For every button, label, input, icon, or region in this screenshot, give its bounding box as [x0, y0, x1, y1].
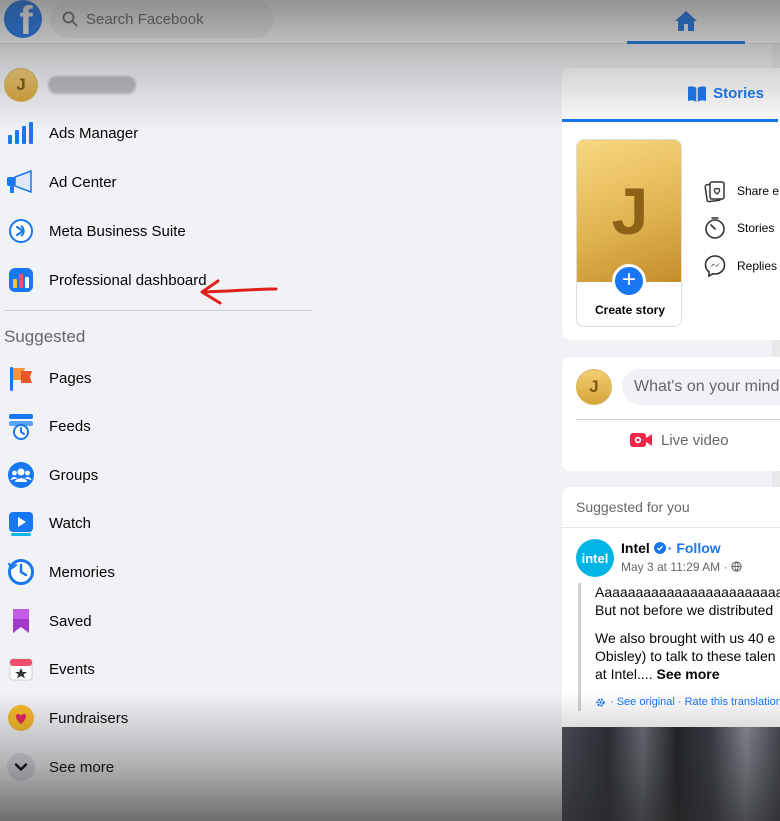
- sidebar-item-label: Events: [49, 660, 95, 678]
- facebook-logo-icon[interactable]: f: [4, 0, 42, 38]
- sidebar-item-fundraisers[interactable]: Fundraisers: [4, 698, 128, 738]
- post-photo[interactable]: [562, 727, 780, 821]
- gear-icon: [596, 697, 605, 707]
- globe-icon: [731, 561, 742, 572]
- chevron-down-icon: [4, 750, 38, 784]
- translation-label: · See original · Rate this translation: [610, 696, 780, 708]
- sidebar-item-label: Ads Manager: [49, 124, 139, 142]
- profile-shortcut[interactable]: J: [4, 68, 136, 102]
- sidebar-item-label: See more: [49, 758, 115, 776]
- top-navigation-bar: f Search Facebook: [0, 0, 780, 44]
- sidebar-item-feeds[interactable]: Feeds: [4, 406, 91, 446]
- search-input[interactable]: Search Facebook: [50, 0, 274, 38]
- watch-icon: [4, 506, 38, 540]
- avatar[interactable]: J: [576, 369, 612, 405]
- post-text-line: Aaaaaaaaaaaaaaaaaaaaaaaaa: [595, 584, 780, 600]
- sidebar-item-meta-business-suite[interactable]: Meta Business Suite: [4, 211, 186, 251]
- business-suite-icon: [4, 214, 38, 248]
- tab-stories-label: Stories: [713, 85, 764, 102]
- suggested-for-you-heading: Suggested for you: [576, 499, 690, 515]
- feeds-icon: [4, 409, 38, 443]
- groups-icon: [4, 458, 38, 492]
- live-video-label: Live video: [661, 431, 729, 449]
- heart-icon: [4, 701, 38, 735]
- megaphone-icon: [4, 165, 38, 199]
- sidebar-item-professional-dashboard[interactable]: Professional dashboard: [4, 260, 207, 300]
- post-author: Intel · Follow: [621, 540, 721, 556]
- stories-card: Stories J + Create story Share e Stories…: [562, 68, 780, 340]
- sidebar-item-label: Saved: [49, 612, 92, 630]
- sidebar-item-label: Watch: [49, 514, 91, 532]
- sidebar-item-label: Feeds: [49, 417, 91, 435]
- tab-stories[interactable]: Stories: [562, 68, 778, 122]
- sidebar-item-pages[interactable]: Pages: [4, 358, 92, 398]
- sidebar-item-label: Meta Business Suite: [49, 222, 186, 240]
- post-text-line: Obisley) to talk to these talen: [595, 648, 776, 664]
- intel-logo-icon[interactable]: intel: [576, 539, 614, 577]
- story-tip-label: Share e: [737, 184, 780, 198]
- bookmark-icon: [4, 604, 38, 638]
- live-video-icon: [630, 433, 652, 447]
- story-avatar: J: [577, 140, 681, 282]
- post-text-line: But not before we distributed: [595, 602, 774, 618]
- calendar-icon: [4, 652, 38, 686]
- cards-heart-icon: [704, 181, 725, 203]
- sidebar-item-events[interactable]: Events: [4, 649, 95, 689]
- home-icon: [675, 10, 697, 31]
- clock-icon: [4, 555, 38, 589]
- flag-icon: [4, 361, 38, 395]
- see-more-link[interactable]: See more: [656, 666, 719, 682]
- sidebar-item-label: Ad Center: [49, 173, 117, 191]
- create-story-tile[interactable]: J + Create story: [576, 139, 682, 327]
- sidebar-item-ads-manager[interactable]: Ads Manager: [4, 113, 138, 153]
- translation-links[interactable]: · See original · Rate this translation: [595, 693, 780, 711]
- post-timestamp[interactable]: May 3 at 11:29 AM ·: [621, 560, 742, 574]
- dashboard-icon: [4, 263, 38, 297]
- composer-divider: [576, 419, 780, 420]
- sidebar-item-saved[interactable]: Saved: [4, 601, 92, 641]
- messenger-icon: [704, 255, 726, 278]
- whats-on-your-mind-input[interactable]: What's on your mind: [622, 369, 780, 405]
- ads-manager-icon: [4, 116, 38, 150]
- redacted-profile-name: [48, 76, 136, 94]
- sidebar-item-watch[interactable]: Watch: [4, 503, 91, 543]
- sidebar-item-label: Groups: [49, 466, 99, 484]
- live-video-button[interactable]: Live video: [629, 431, 729, 449]
- book-icon: [688, 85, 707, 102]
- suggested-post-card: Suggested for you intel Intel · Follow M…: [562, 487, 780, 821]
- suggested-heading: Suggested: [4, 327, 86, 346]
- post-text-line: at Intel....: [595, 666, 653, 682]
- sidebar-item-label: Pages: [49, 369, 92, 387]
- author-name-link[interactable]: Intel: [621, 540, 650, 556]
- story-tip-label: Replies: [737, 259, 778, 273]
- search-icon: [62, 11, 78, 27]
- post-text-line: We also brought with us 40 e: [595, 630, 776, 646]
- post-text: Aaaaaaaaaaaaaaaaaaaaaaaaa But not before…: [578, 583, 780, 711]
- annotation-arrow-icon: [200, 279, 278, 305]
- card-divider: [562, 527, 780, 528]
- story-tip-stories: Stories: [703, 214, 774, 242]
- story-tip-replies: Replies: [703, 252, 777, 280]
- avatar: J: [4, 68, 38, 102]
- sidebar-item-label: Memories: [49, 563, 115, 581]
- sidebar-item-ad-center[interactable]: Ad Center: [4, 162, 117, 202]
- follow-button[interactable]: · Follow: [668, 540, 721, 556]
- timestamp-label: May 3 at 11:29 AM ·: [621, 560, 728, 574]
- sidebar-item-groups[interactable]: Groups: [4, 455, 98, 495]
- search-placeholder: Search Facebook: [86, 10, 204, 28]
- home-tab[interactable]: [627, 0, 745, 44]
- sidebar-item-label: Fundraisers: [49, 709, 129, 727]
- sidebar-item-see-more[interactable]: See more: [4, 747, 114, 787]
- sidebar-item-label: Professional dashboard: [49, 271, 207, 289]
- verified-badge-icon: [653, 542, 666, 554]
- story-tip-share: Share e: [703, 177, 779, 205]
- post-composer-card: J What's on your mind Live video: [562, 357, 780, 471]
- sidebar-item-memories[interactable]: Memories: [4, 552, 115, 592]
- sidebar-divider: [4, 310, 312, 311]
- stopwatch-icon: [705, 217, 725, 239]
- story-tip-label: Stories: [737, 221, 775, 235]
- plus-icon[interactable]: +: [612, 264, 646, 298]
- create-story-label: Create story: [594, 303, 666, 317]
